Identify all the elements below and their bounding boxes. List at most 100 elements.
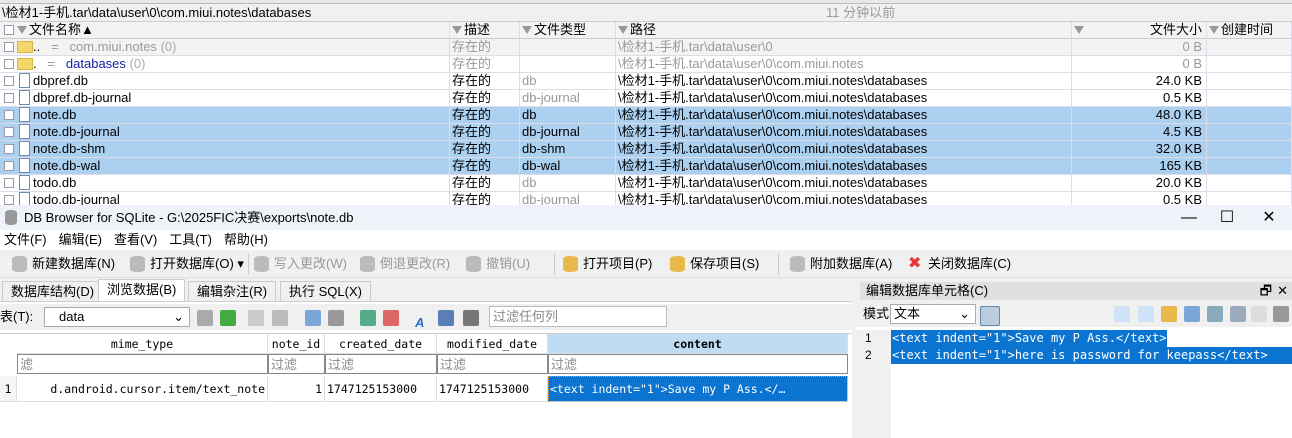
menu-tools[interactable]: 工具(T) (169, 232, 212, 247)
maximize-button[interactable]: ☐ (1204, 205, 1250, 230)
file-row[interactable]: .. = com.miui.notes (0) 存在的 \检材1-手机.tar\… (0, 39, 1292, 56)
editor-line[interactable]: <text indent="1">here is password for ke… (891, 347, 1292, 364)
column-header-note-id[interactable]: note_id (268, 334, 325, 354)
menu-help[interactable]: 帮助(H) (224, 232, 268, 247)
file-row[interactable]: todo.db 存在的 db \检材1-手机.tar\data\user\0\c… (0, 175, 1292, 192)
column-header-mime-type[interactable]: mime_type (17, 334, 268, 354)
filter-mime-type[interactable]: 滤 (17, 354, 268, 374)
write-changes-button[interactable]: 写入更改(W) (254, 255, 347, 273)
file-row[interactable]: note.db-journal 存在的 db-journal \检材1-手机.t… (0, 124, 1292, 141)
row-checkbox[interactable] (4, 178, 14, 188)
file-row[interactable]: . = databases (0) 存在的 \检材1-手机.tar\data\u… (0, 56, 1292, 73)
row-checkbox[interactable] (4, 195, 14, 205)
col-name[interactable]: 文件名称▲ (0, 22, 450, 39)
menu-edit[interactable]: 编辑(E) (59, 232, 102, 247)
row-checkbox[interactable] (4, 42, 14, 52)
revert-changes-button[interactable]: 倒退更改(R) (360, 255, 450, 273)
float-panel-icon[interactable]: 🗗 (1260, 282, 1272, 300)
col-size[interactable]: 文件大小 (1072, 22, 1207, 39)
col-created[interactable]: 创建时间 (1207, 22, 1292, 39)
col-path[interactable]: 路径 (616, 22, 1072, 39)
column-header-created-date[interactable]: created_date (325, 334, 437, 354)
auto-format-icon[interactable] (1138, 306, 1154, 322)
export-icon[interactable] (1184, 306, 1200, 322)
tab-browse-data[interactable]: 浏览数据(B) (98, 279, 186, 301)
row-checkbox[interactable] (4, 76, 14, 86)
cell-text-editor[interactable]: 1 <text indent="1">Save my P Ass.</text>… (855, 327, 1292, 438)
edit-cond-format-icon[interactable] (463, 310, 479, 326)
close-panel-icon[interactable]: ✕ (1277, 282, 1288, 300)
filter-icon[interactable] (1074, 26, 1084, 34)
new-database-button[interactable]: 新建数据库(N) (12, 255, 115, 273)
filter-icon[interactable] (1209, 26, 1219, 34)
row-checkbox[interactable] (4, 93, 14, 103)
close-database-button[interactable]: ✖ 关闭数据库(C) (908, 255, 1011, 273)
tab-execute-sql[interactable]: 执行 SQL(X) (280, 281, 371, 301)
col-type[interactable]: 文件类型 (520, 22, 616, 39)
save-project-button[interactable]: 保存项目(S) (670, 255, 759, 273)
print-icon[interactable] (1273, 306, 1289, 322)
word-wrap-icon[interactable] (1114, 306, 1130, 322)
clear-filters-icon[interactable] (248, 310, 264, 326)
undo-button[interactable]: 撤销(U) (466, 255, 530, 273)
cell-created-date[interactable]: 1747125153000 (325, 376, 437, 402)
tab-database-structure[interactable]: 数据库结构(D) (2, 281, 104, 301)
cell-path: \检材1-手机.tar\data\user\0\com.miui.notes\d… (616, 124, 1072, 141)
row-number[interactable]: 1 (0, 376, 17, 402)
mode-select[interactable]: 文本 ⌄ (890, 304, 976, 324)
save-table-icon[interactable] (305, 310, 321, 326)
clear-icon[interactable] (1251, 306, 1267, 322)
file-row[interactable]: note.db-shm 存在的 db-shm \检材1-手机.tar\data\… (0, 141, 1292, 158)
filter-icon[interactable] (17, 26, 27, 34)
apply-icon[interactable] (1230, 306, 1246, 322)
reload-icon[interactable] (220, 310, 236, 326)
table-select[interactable]: data ⌄ (44, 307, 190, 327)
file-row[interactable]: note.db-wal 存在的 db-wal \检材1-手机.tar\data\… (0, 158, 1292, 175)
file-row[interactable]: dbpref.db-journal 存在的 db-journal \检材1-手机… (0, 90, 1292, 107)
filter-icon[interactable] (618, 26, 628, 34)
row-checkbox[interactable] (4, 59, 14, 69)
filter-created-date[interactable]: 过滤 (325, 354, 437, 374)
filter-modified-date[interactable]: 过滤 (437, 354, 548, 374)
cell-note-id[interactable]: 1 (268, 376, 325, 402)
open-project-button[interactable]: 打开项目(P) (563, 255, 652, 273)
filter-note-id[interactable]: 过滤 (268, 354, 325, 374)
filter-all-input[interactable]: 过滤任何列 (489, 306, 667, 327)
refresh-table-icon[interactable] (197, 310, 213, 326)
row-checkbox[interactable] (4, 127, 14, 137)
delete-record-icon[interactable] (383, 310, 399, 326)
row-checkbox[interactable] (4, 144, 14, 154)
insert-record-icon[interactable] (360, 310, 376, 326)
cell-content-selected[interactable]: <text indent="1">Save my P Ass.</… (548, 376, 848, 402)
tab-edit-pragmas[interactable]: 编辑杂注(R) (188, 281, 277, 301)
select-all-checkbox[interactable] (4, 25, 14, 35)
row-checkbox[interactable] (4, 110, 14, 120)
menu-view[interactable]: 查看(V) (114, 232, 157, 247)
import-icon[interactable] (1161, 306, 1177, 322)
col-desc[interactable]: 描述 (450, 22, 520, 39)
filter-icon[interactable] (522, 26, 532, 34)
filter-icon[interactable] (452, 26, 462, 34)
attach-database-button[interactable]: 附加数据库(A) (790, 255, 892, 273)
cell-mime-type[interactable]: d.android.cursor.item/text_note (17, 376, 268, 402)
format-icon[interactable] (438, 310, 454, 326)
clear-sort-icon[interactable] (272, 310, 288, 326)
column-header-modified-date[interactable]: modified_date (437, 334, 548, 354)
cell-size: 0 B (1072, 39, 1207, 56)
column-header-content[interactable]: content (548, 334, 848, 354)
filter-content[interactable]: 过滤 (548, 354, 848, 374)
auto-switch-mode-icon[interactable] (980, 306, 1000, 326)
db-browser-window: DB Browser for SQLite - G:\2025FIC决赛\exp… (0, 205, 1292, 438)
open-database-button[interactable]: 打开数据库(O) ▾ (130, 255, 244, 273)
row-checkbox[interactable] (4, 161, 14, 171)
file-name: note.db-shm (33, 141, 106, 156)
menu-file[interactable]: 文件(F) (4, 232, 47, 247)
print-icon[interactable] (328, 310, 344, 326)
editor-line[interactable]: <text indent="1">Save my P Ass.</text> (891, 330, 1167, 347)
cell-modified-date[interactable]: 1747125153000 (437, 376, 548, 402)
set-null-icon[interactable] (1207, 306, 1223, 322)
close-button[interactable]: ✕ (1246, 205, 1292, 230)
file-row[interactable]: dbpref.db 存在的 db \检材1-手机.tar\data\user\0… (0, 73, 1292, 90)
file-row[interactable]: note.db 存在的 db \检材1-手机.tar\data\user\0\c… (0, 107, 1292, 124)
font-icon[interactable]: A (415, 310, 431, 330)
